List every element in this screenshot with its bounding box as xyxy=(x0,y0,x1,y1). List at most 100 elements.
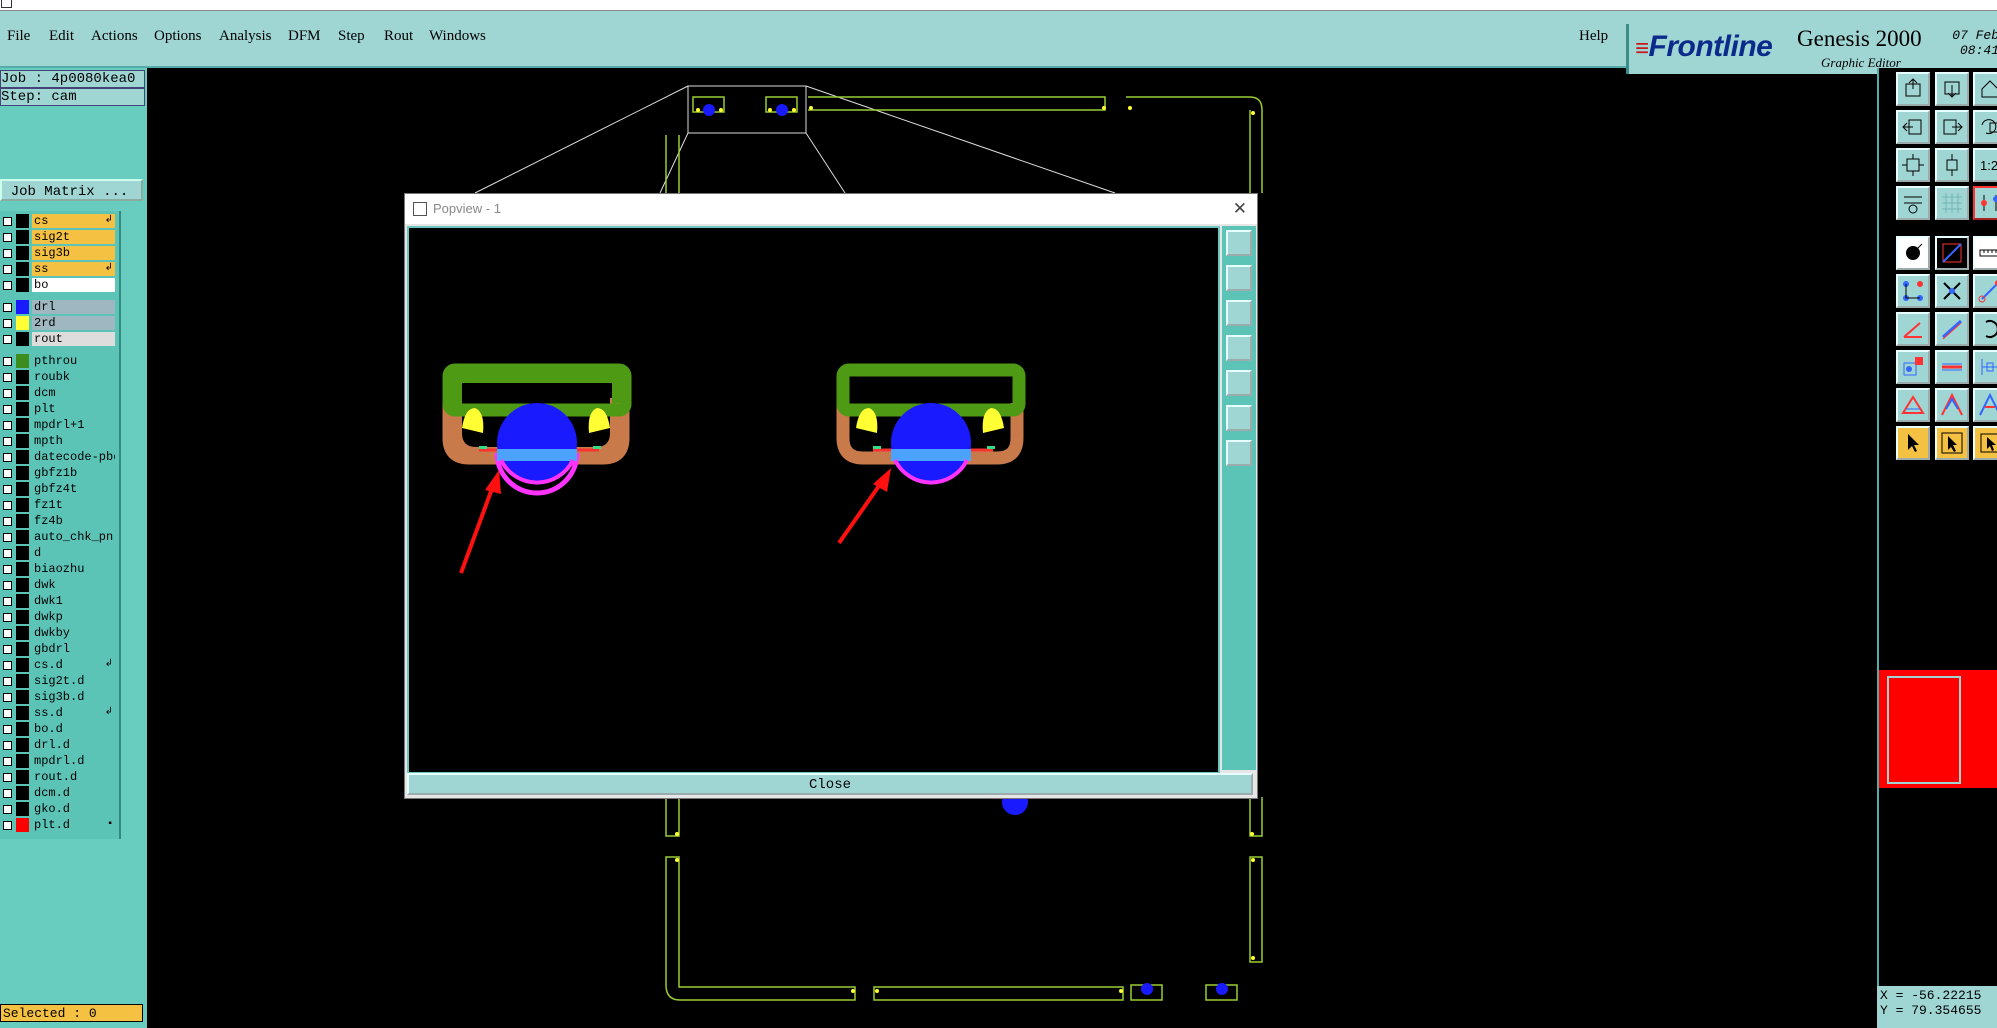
layer-name[interactable]: bo.d xyxy=(32,722,115,736)
popview-down-icon[interactable] xyxy=(1226,300,1252,326)
layer-name[interactable]: dwkby xyxy=(32,626,115,640)
layer-name[interactable]: cs.d xyxy=(32,658,115,672)
home-icon[interactable] xyxy=(1973,72,1997,106)
layer-color-swatch[interactable] xyxy=(16,498,29,512)
layer-name[interactable]: ss.d xyxy=(32,706,115,720)
menu-analysis[interactable]: Analysis xyxy=(219,28,272,45)
layer-checkbox[interactable] xyxy=(3,693,12,702)
layer-name[interactable]: rout xyxy=(32,332,115,346)
layer-color-swatch[interactable] xyxy=(16,578,29,592)
layer-row[interactable]: 2rd xyxy=(0,316,115,330)
popview-fit-icon[interactable] xyxy=(1226,405,1252,431)
layer-color-swatch[interactable] xyxy=(16,770,29,784)
layer-color-swatch[interactable] xyxy=(16,246,29,260)
menu-windows[interactable]: Windows xyxy=(429,28,486,45)
layer-row[interactable]: mpth xyxy=(0,434,115,448)
layer-row[interactable]: fz1t xyxy=(0,498,115,512)
layer-checkbox[interactable] xyxy=(3,373,12,382)
arc-icon[interactable] xyxy=(1973,312,1997,346)
select-touch-icon[interactable] xyxy=(1973,426,1997,460)
layer-checkbox[interactable] xyxy=(3,821,12,830)
segment-icon[interactable] xyxy=(1973,274,1997,308)
layer-color-swatch[interactable] xyxy=(16,332,29,346)
menu-dfm[interactable]: DFM xyxy=(288,28,321,45)
layer-name[interactable]: datecode-pbe xyxy=(32,450,115,464)
layer-color-swatch[interactable] xyxy=(16,262,29,276)
layer-color-swatch[interactable] xyxy=(16,450,29,464)
layer-name[interactable]: rout.d xyxy=(32,770,115,784)
popview-left-icon[interactable] xyxy=(1226,335,1252,361)
undo-view-button[interactable] xyxy=(1973,110,1997,144)
layer-color-swatch[interactable] xyxy=(16,642,29,656)
layer-checkbox[interactable] xyxy=(3,565,12,574)
home-down-button[interactable] xyxy=(1935,72,1969,106)
popview-zoom-icon[interactable] xyxy=(1226,230,1252,256)
layer-row[interactable]: drl xyxy=(0,300,115,314)
dash-icon[interactable] xyxy=(1935,350,1969,384)
layer-color-swatch[interactable] xyxy=(16,300,29,314)
layer-row[interactable]: dwk xyxy=(0,578,115,592)
layer-row[interactable]: gbfz4t xyxy=(0,482,115,496)
menu-file[interactable]: File xyxy=(7,28,30,45)
layer-name[interactable]: dwk xyxy=(32,578,115,592)
layer-color-swatch[interactable] xyxy=(16,786,29,800)
layer-row[interactable]: rout xyxy=(0,332,115,346)
line-icon[interactable] xyxy=(1935,236,1969,270)
layer-name[interactable]: dwk1 xyxy=(32,594,115,608)
settings-icon[interactable] xyxy=(1896,186,1930,220)
layer-row[interactable]: mpdrl+1 xyxy=(0,418,115,432)
layer-color-swatch[interactable] xyxy=(16,370,29,384)
layer-name[interactable]: biaozhu xyxy=(32,562,115,576)
layer-row[interactable]: plt xyxy=(0,402,115,416)
layer-row[interactable]: mpdrl.d xyxy=(0,754,115,768)
layer-color-swatch[interactable] xyxy=(16,674,29,688)
layer-row[interactable]: auto_chk_pn xyxy=(0,530,115,544)
layer-row[interactable]: dcm xyxy=(0,386,115,400)
layer-color-swatch[interactable] xyxy=(16,562,29,576)
layer-color-swatch[interactable] xyxy=(16,802,29,816)
layer-checkbox[interactable] xyxy=(3,303,12,312)
layer-name[interactable]: d xyxy=(32,546,115,560)
diagonal-icon[interactable] xyxy=(1935,312,1969,346)
layer-color-swatch[interactable] xyxy=(16,418,29,432)
layer-checkbox[interactable] xyxy=(3,453,12,462)
layer-row[interactable]: sig2t.d xyxy=(0,674,115,688)
layer-name[interactable]: pthrou xyxy=(32,354,115,368)
layer-checkbox[interactable] xyxy=(3,661,12,670)
layer-name[interactable]: mpdrl.d xyxy=(32,754,115,768)
layer-row[interactable]: roubk xyxy=(0,370,115,384)
layer-checkbox[interactable] xyxy=(3,437,12,446)
layer-checkbox[interactable] xyxy=(3,709,12,718)
layer-checkbox[interactable] xyxy=(3,549,12,558)
menu-step[interactable]: Step xyxy=(338,28,365,45)
layer-color-swatch[interactable] xyxy=(16,514,29,528)
layer-checkbox[interactable] xyxy=(3,249,12,258)
layer-color-swatch[interactable] xyxy=(16,690,29,704)
select-box-icon[interactable] xyxy=(1935,426,1969,460)
layer-name[interactable]: fz1t xyxy=(32,498,115,512)
layer-row[interactable]: cs.d ↲ xyxy=(0,658,115,672)
layer-checkbox[interactable] xyxy=(3,741,12,750)
layer-name[interactable]: auto_chk_pn xyxy=(32,530,115,544)
layer-name[interactable]: sig3b.d xyxy=(32,690,115,704)
layer-color-swatch[interactable] xyxy=(16,754,29,768)
zoom-1-2-button[interactable]: 1:2 xyxy=(1973,148,1997,182)
layer-checkbox[interactable] xyxy=(3,319,12,328)
layer-name[interactable]: dcm xyxy=(32,386,115,400)
layer-color-swatch[interactable] xyxy=(16,818,29,832)
layer-row[interactable]: datecode-pbe xyxy=(0,450,115,464)
measure-icon[interactable] xyxy=(1973,236,1997,270)
connect-icon[interactable] xyxy=(1896,274,1930,308)
layer-name[interactable]: sig3b xyxy=(32,246,115,260)
pan-right-button[interactable] xyxy=(1935,110,1969,144)
layer-checkbox[interactable] xyxy=(3,773,12,782)
snap-icon[interactable] xyxy=(1973,186,1997,220)
layer-checkbox[interactable] xyxy=(3,421,12,430)
layer-color-swatch[interactable] xyxy=(16,316,29,330)
cross-icon[interactable] xyxy=(1935,274,1969,308)
grid-icon[interactable] xyxy=(1935,186,1969,220)
layer-color-swatch[interactable] xyxy=(16,546,29,560)
layer-checkbox[interactable] xyxy=(3,677,12,686)
layer-row[interactable]: cs ↲ xyxy=(0,214,115,228)
layer-name[interactable]: sig2t xyxy=(32,230,115,244)
